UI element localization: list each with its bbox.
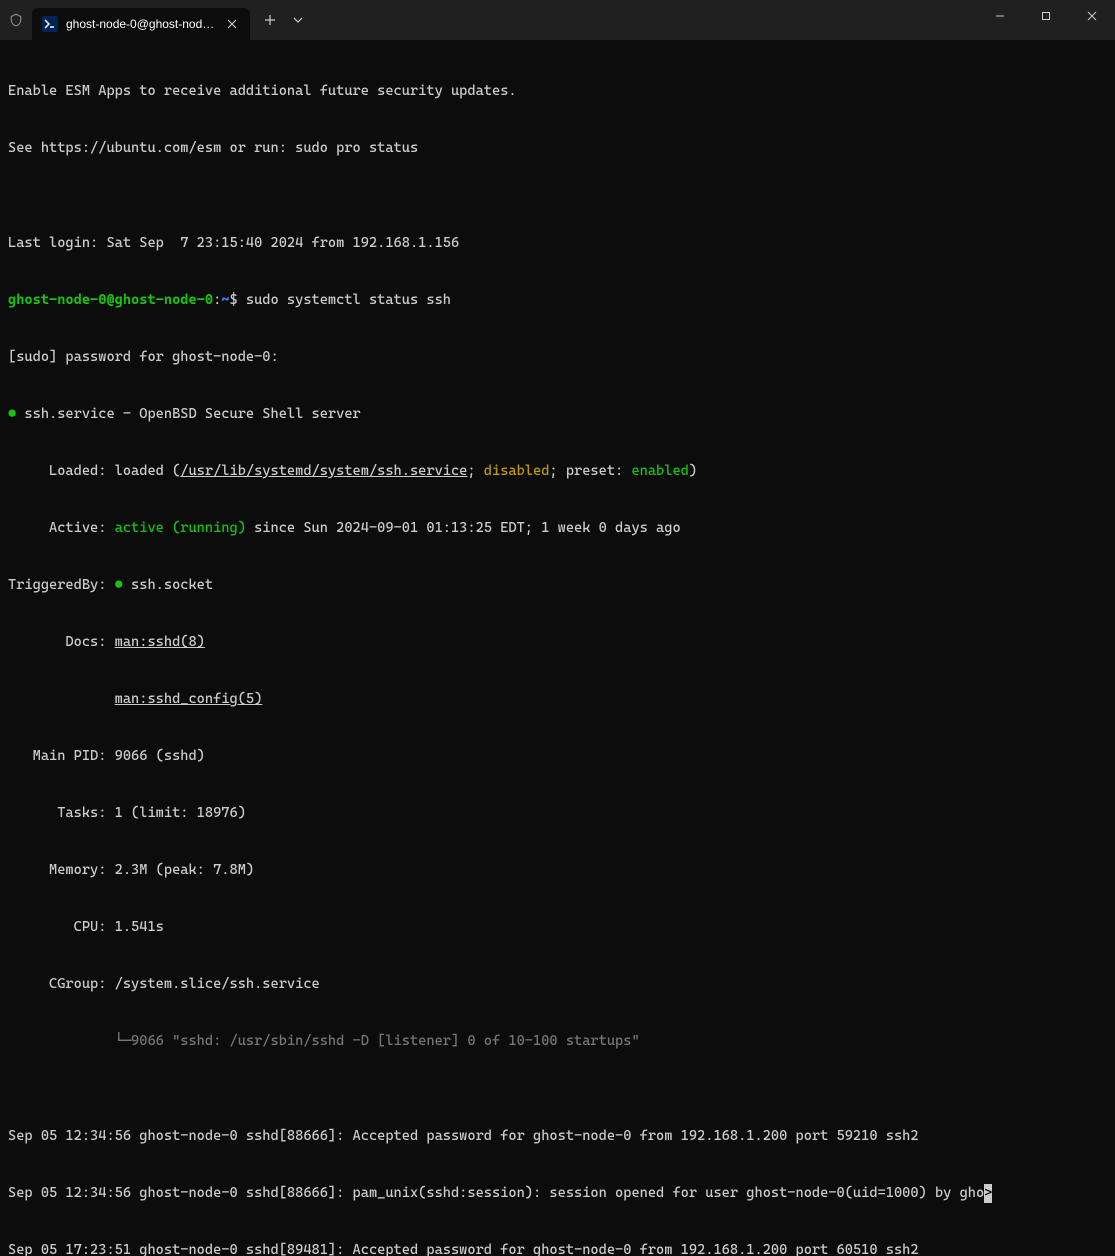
triggered-line: TriggeredBy: ● ssh.socket bbox=[8, 576, 1107, 595]
cpu-line: CPU: 1.541s bbox=[8, 918, 1107, 937]
tab-close-button[interactable] bbox=[224, 16, 240, 32]
command-text: sudo systemctl status ssh bbox=[246, 292, 451, 308]
close-window-button[interactable] bbox=[1069, 0, 1115, 32]
tab-active[interactable]: ghost-node-0@ghost-node-0: bbox=[32, 8, 250, 40]
sudo-prompt-line: [sudo] password for ghost-node-0: bbox=[8, 348, 1107, 367]
docs-line-2: man:sshd_config(5) bbox=[8, 690, 1107, 709]
loaded-line: Loaded: loaded (/usr/lib/systemd/system/… bbox=[8, 462, 1107, 481]
man-link: man:sshd(8) bbox=[115, 634, 205, 650]
powershell-icon bbox=[42, 16, 58, 32]
log-line: Sep 05 17:23:51 ghost-node-0 sshd[89481]… bbox=[8, 1241, 1107, 1256]
status-bullet-icon: ● bbox=[8, 406, 16, 422]
log-line: Sep 05 12:34:56 ghost-node-0 sshd[88666]… bbox=[8, 1184, 1107, 1203]
service-header-line: ● ssh.service - OpenBSD Secure Shell ser… bbox=[8, 405, 1107, 424]
terminal-area[interactable]: Enable ESM Apps to receive additional fu… bbox=[0, 40, 1115, 1256]
prompt-line: ghost-node-0@ghost-node-0:~$ sudo system… bbox=[8, 291, 1107, 310]
enabled-label: enabled bbox=[631, 463, 688, 479]
tasks-line: Tasks: 1 (limit: 18976) bbox=[8, 804, 1107, 823]
motd-line: See https://ubuntu.com/esm or run: sudo … bbox=[8, 139, 1107, 158]
new-tab-button[interactable] bbox=[254, 4, 286, 36]
motd-line: Enable ESM Apps to receive additional fu… bbox=[8, 82, 1107, 101]
window-controls bbox=[977, 0, 1115, 40]
active-state: active (running) bbox=[115, 520, 246, 536]
cgroup-tree-line: └─9066 "sshd: /usr/sbin/sshd -D [listene… bbox=[8, 1032, 1107, 1051]
maximize-button[interactable] bbox=[1023, 0, 1069, 32]
mainpid-line: Main PID: 9066 (sshd) bbox=[8, 747, 1107, 766]
log-line: Sep 05 12:34:56 ghost-node-0 sshd[88666]… bbox=[8, 1127, 1107, 1146]
tab-dropdown-button[interactable] bbox=[286, 4, 310, 36]
memory-line: Memory: 2.3M (peak: 7.8M) bbox=[8, 861, 1107, 880]
triggered-bullet-icon: ● bbox=[115, 577, 123, 593]
titlebar: ghost-node-0@ghost-node-0: bbox=[0, 0, 1115, 40]
minimize-button[interactable] bbox=[977, 0, 1023, 32]
service-path: /usr/lib/systemd/system/ssh.service bbox=[180, 463, 467, 479]
cgroup-line: CGroup: /system.slice/ssh.service bbox=[8, 975, 1107, 994]
tab-title: ghost-node-0@ghost-node-0: bbox=[66, 15, 216, 34]
docs-line: Docs: man:sshd(8) bbox=[8, 633, 1107, 652]
shield-icon bbox=[0, 13, 32, 27]
prompt-user-host: ghost-node-0@ghost-node-0 bbox=[8, 292, 213, 308]
man-link: man:sshd_config(5) bbox=[115, 691, 263, 707]
active-line: Active: active (running) since Sun 2024-… bbox=[8, 519, 1107, 538]
last-login-line: Last login: Sat Sep 7 23:15:40 2024 from… bbox=[8, 234, 1107, 253]
truncate-icon: > bbox=[984, 1184, 992, 1203]
disabled-label: disabled bbox=[484, 463, 550, 479]
titlebar-left: ghost-node-0@ghost-node-0: bbox=[0, 0, 310, 40]
